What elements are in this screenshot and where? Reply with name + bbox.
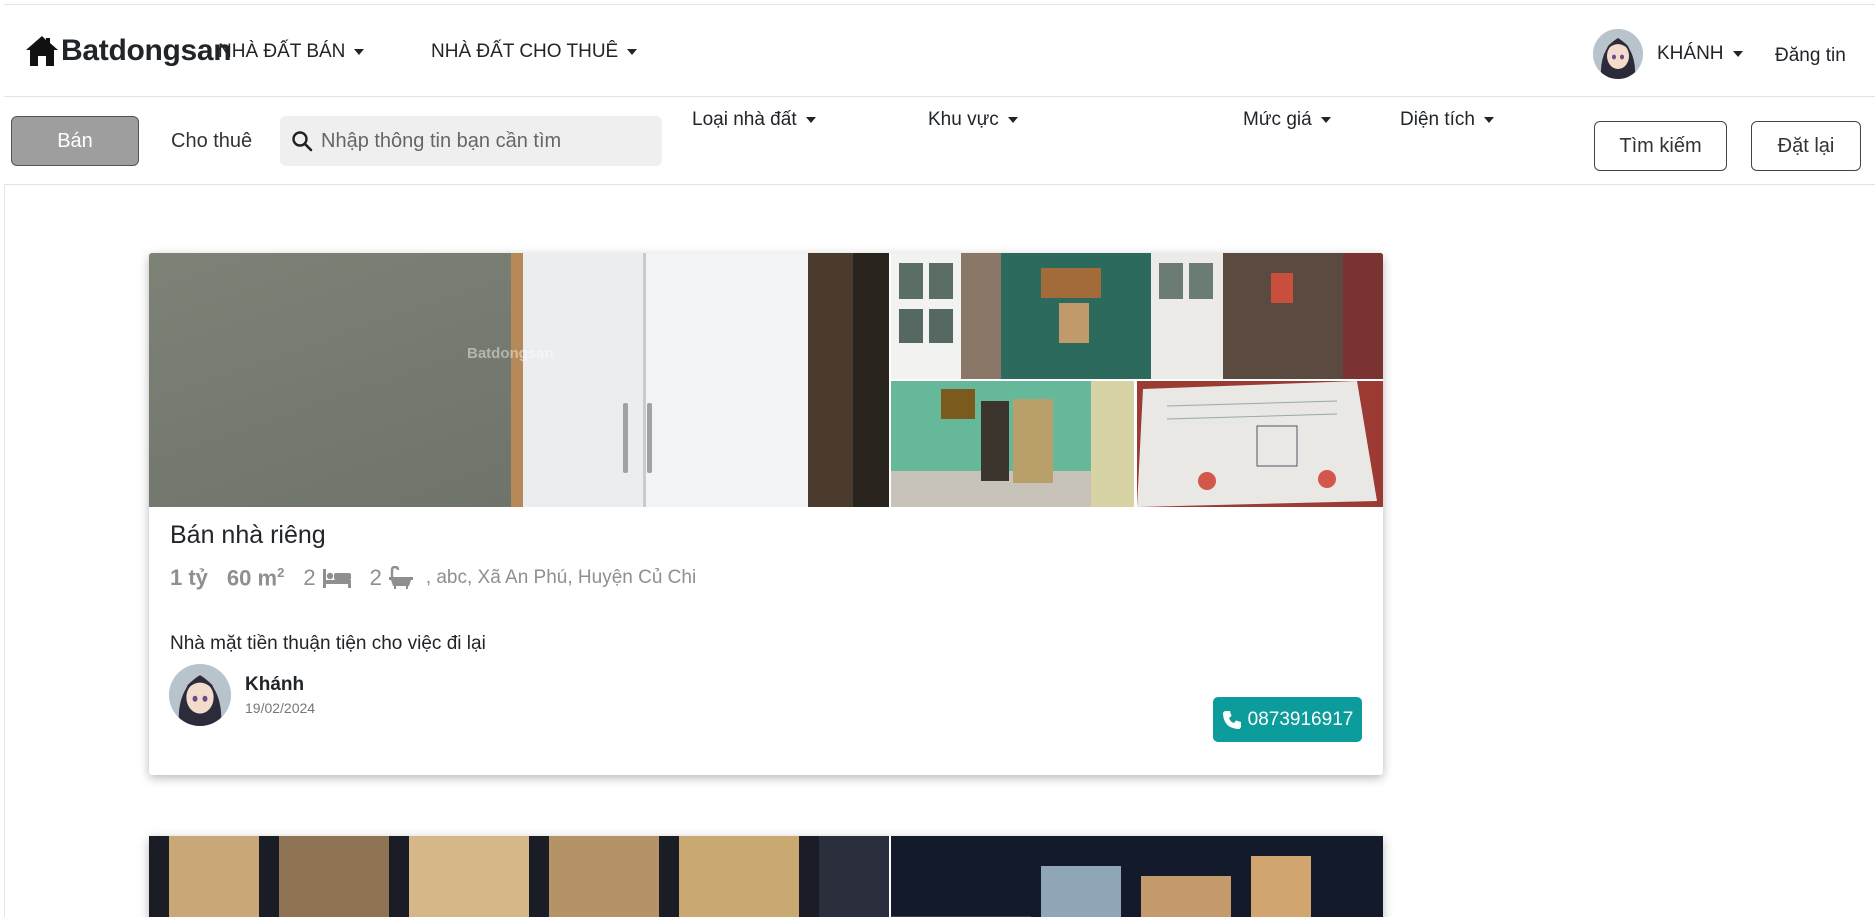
caret-down-icon <box>1320 117 1331 123</box>
menu-sale-label: NHÀ ĐẤT BÁN <box>218 41 346 62</box>
filter-price-label: Mức giá <box>1243 109 1312 130</box>
top-navbar: Batdongsan NHÀ ĐẤT BÁN NHÀ ĐẤT CHO THUÊ … <box>4 5 1875 97</box>
listing-main-photo[interactable] <box>149 836 889 917</box>
listing-bedrooms: 2 <box>303 565 316 591</box>
listing-description: Nhà mặt tiền thuận tiện cho việc đi lại <box>170 633 486 654</box>
home-icon <box>26 36 58 66</box>
bath-icon <box>388 566 413 590</box>
listing-meta: 1 tỷ 60 m2 2 2 , abc, Xã An Phú, Huyện C… <box>170 565 696 591</box>
reset-button[interactable]: Đặt lại <box>1751 121 1861 171</box>
brand-name: Batdongsan <box>61 34 232 67</box>
user-menu[interactable]: KHÁNH <box>1593 29 1743 79</box>
listing-photo-2[interactable] <box>891 836 1383 917</box>
listing-card[interactable] <box>149 836 1383 917</box>
listing-author: Khánh 19/02/2024 <box>169 664 315 726</box>
caret-down-icon <box>1483 117 1494 123</box>
bed-icon <box>322 569 351 589</box>
tab-sale[interactable]: Bán <box>11 116 139 166</box>
phone-number: 0873916917 <box>1247 708 1354 730</box>
author-name: Khánh <box>245 674 305 695</box>
brand-logo[interactable]: Batdongsan <box>24 33 232 69</box>
filter-property-type-label: Loại nhà đất <box>692 109 797 130</box>
search-button[interactable]: Tìm kiếm <box>1594 121 1727 171</box>
filter-size[interactable]: Diện tích <box>1400 109 1494 131</box>
caret-down-icon <box>805 117 816 123</box>
listing-photo-3[interactable] <box>891 381 1134 507</box>
phone-button[interactable]: 0873916917 <box>1213 697 1362 742</box>
author-info: Khánh 19/02/2024 <box>245 674 315 716</box>
caret-down-icon <box>1007 117 1018 123</box>
post-date: 19/02/2024 <box>245 700 316 716</box>
search-input[interactable] <box>321 129 641 153</box>
search-icon <box>292 131 313 152</box>
listing-title[interactable]: Bán nhà riêng <box>170 521 1362 550</box>
menu-rent[interactable]: NHÀ ĐẤT CHO THUÊ <box>431 41 638 63</box>
listing-photo-2[interactable] <box>891 253 1383 379</box>
listing-main-photo[interactable]: Batdongsan <box>149 253 889 507</box>
phone-icon <box>1222 710 1241 729</box>
filter-size-label: Diện tích <box>1400 109 1475 130</box>
listing-card[interactable]: Batdongsan Bán nhà riêng 1 tỷ 60 m2 2 2 … <box>149 253 1383 775</box>
caret-down-icon <box>1732 51 1743 57</box>
caret-down-icon <box>627 49 638 55</box>
user-name: KHÁNH <box>1657 43 1724 64</box>
menu-sale[interactable]: NHÀ ĐẤT BÁN <box>218 41 365 63</box>
avatar <box>1593 29 1643 79</box>
filter-property-type[interactable]: Loại nhà đất <box>692 109 816 131</box>
search-bar: Bán Cho thuê Loại nhà đất Khu vực Mức gi… <box>4 97 1875 185</box>
menu-rent-label: NHÀ ĐẤT CHO THUÊ <box>431 41 619 62</box>
post-listing-link[interactable]: Đăng tin <box>1775 45 1846 67</box>
listing-photo-4[interactable] <box>1137 381 1383 507</box>
filter-area-label: Khu vực <box>928 109 999 130</box>
listing-area-value: 60 m <box>226 565 278 591</box>
listing-body: Bán nhà riêng 1 tỷ 60 m2 2 2 , abc, Xã A… <box>170 521 1362 654</box>
search-box[interactable] <box>280 116 662 166</box>
listing-area-unit-sup: 2 <box>277 565 285 580</box>
listing-area: 60 m2 <box>227 565 284 591</box>
filter-area[interactable]: Khu vực <box>928 109 1018 131</box>
watermark: Batdongsan <box>467 345 554 362</box>
filter-price[interactable]: Mức giá <box>1243 109 1331 131</box>
listing-price: 1 tỷ <box>170 565 208 591</box>
tab-rent[interactable]: Cho thuê <box>171 130 252 153</box>
caret-down-icon <box>354 49 365 55</box>
author-avatar <box>169 664 231 726</box>
listing-bathrooms: 2 <box>369 565 382 591</box>
listing-address: , abc, Xã An Phú, Huyện Củ Chi <box>425 567 697 589</box>
